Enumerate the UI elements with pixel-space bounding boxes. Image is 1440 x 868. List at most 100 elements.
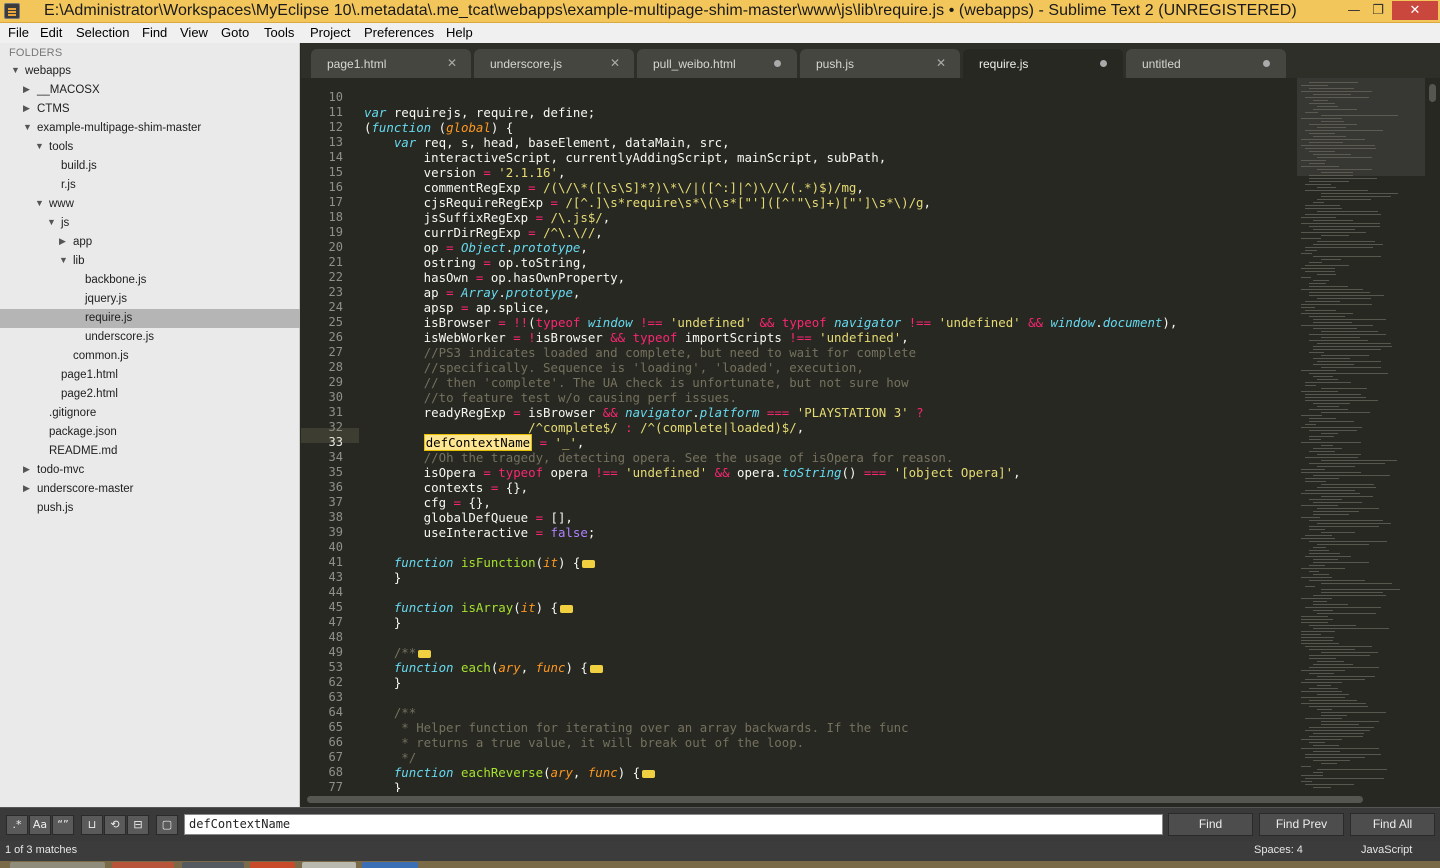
- sidebar-item[interactable]: ▼ js: [0, 214, 300, 233]
- folder-collapsed-icon[interactable]: ▶: [23, 464, 30, 475]
- line-number: 39: [328, 525, 343, 539]
- find-prev-button[interactable]: Find Prev: [1259, 813, 1344, 836]
- taskbar-item[interactable]: [302, 862, 356, 868]
- close-button[interactable]: ✕: [1392, 1, 1438, 20]
- folder-expanded-icon[interactable]: ▼: [47, 217, 56, 227]
- tab[interactable]: pull_weibo.html: [637, 49, 797, 78]
- tab[interactable]: underscore.js ✕: [474, 49, 634, 78]
- vertical-scrollbar[interactable]: [1425, 78, 1440, 792]
- tab-close-icon[interactable]: ✕: [936, 56, 946, 70]
- sidebar-item[interactable]: page1.html: [0, 366, 300, 385]
- taskbar-item[interactable]: [362, 862, 418, 868]
- taskbar-item[interactable]: [250, 862, 295, 868]
- sidebar-item[interactable]: README.md: [0, 442, 300, 461]
- find-input[interactable]: defContextName: [184, 814, 1163, 835]
- folder-expanded-icon[interactable]: ▼: [23, 122, 32, 132]
- fold-marker-icon[interactable]: [582, 554, 597, 568]
- sidebar-item[interactable]: .gitignore: [0, 404, 300, 423]
- sublime-app-icon[interactable]: [4, 3, 20, 19]
- sidebar-item[interactable]: build.js: [0, 157, 300, 176]
- sidebar-item[interactable]: r.js: [0, 176, 300, 195]
- sidebar-item-label: page1.html: [61, 369, 118, 381]
- folder-expanded-icon[interactable]: ▼: [35, 141, 44, 151]
- sidebar-item[interactable]: push.js: [0, 499, 300, 518]
- fold-marker-icon[interactable]: [589, 659, 604, 673]
- menu-edit[interactable]: Edit: [40, 25, 62, 40]
- folder-collapsed-icon[interactable]: ▶: [23, 483, 30, 494]
- code-editor[interactable]: 10 11 12 13 14 15 16 17 18 19 20 21 22 23 24 25 26 27 28 29…: [301, 78, 1297, 792]
- sidebar-item[interactable]: jquery.js: [0, 290, 300, 309]
- sidebar-item[interactable]: ▶ todo-mvc: [0, 461, 300, 480]
- sidebar-item[interactable]: ▼ example-multipage-shim-master: [0, 119, 300, 138]
- unsaved-dot-icon[interactable]: [1100, 60, 1107, 67]
- tab-close-icon[interactable]: ✕: [610, 56, 620, 70]
- minimap[interactable]: [1297, 78, 1425, 792]
- sidebar-item[interactable]: ▼ tools: [0, 138, 300, 157]
- sidebar-item-label: package.json: [49, 426, 117, 438]
- sidebar-item[interactable]: package.json: [0, 423, 300, 442]
- folder-collapsed-icon[interactable]: ▶: [23, 84, 30, 95]
- taskbar-item[interactable]: [112, 862, 174, 868]
- folder-collapsed-icon[interactable]: ▶: [59, 236, 66, 247]
- window-title: E:\Administrator\Workspaces\MyEclipse 10…: [44, 2, 1297, 19]
- sidebar-item[interactable]: ▼ www: [0, 195, 300, 214]
- menu-help[interactable]: Help: [446, 25, 473, 40]
- horizontal-scrollbar[interactable]: [301, 792, 1440, 807]
- sidebar-item-label: lib: [73, 255, 85, 267]
- tab[interactable]: require.js: [963, 49, 1123, 78]
- unsaved-dot-icon[interactable]: [774, 60, 781, 67]
- highlight-matches-toggle[interactable]: ⊟: [127, 815, 149, 835]
- sidebar-item[interactable]: backbone.js: [0, 271, 300, 290]
- indentation-status[interactable]: Spaces: 4: [1254, 844, 1303, 856]
- code-line: var requirejs, require, define;: [364, 105, 596, 120]
- tab[interactable]: untitled: [1126, 49, 1286, 78]
- fold-marker-icon[interactable]: [560, 599, 574, 613]
- sidebar-item[interactable]: underscore.js: [0, 328, 300, 347]
- menu-tools[interactable]: Tools: [264, 25, 294, 40]
- sidebar-item[interactable]: ▶ underscore-master: [0, 480, 300, 499]
- menu-find[interactable]: Find: [142, 25, 167, 40]
- whole-word-toggle[interactable]: “”: [52, 815, 74, 835]
- syntax-status[interactable]: JavaScript: [1361, 844, 1412, 856]
- sidebar-item[interactable]: ▼ webapps: [0, 62, 300, 81]
- tab-close-icon[interactable]: ✕: [447, 56, 457, 70]
- unsaved-dot-icon[interactable]: [1263, 60, 1270, 67]
- taskbar-item[interactable]: [182, 862, 244, 868]
- menu-project[interactable]: Project: [310, 25, 350, 40]
- find-all-button[interactable]: Find All: [1350, 813, 1435, 836]
- sidebar-item[interactable]: ▶ app: [0, 233, 300, 252]
- taskbar-item[interactable]: [10, 862, 105, 868]
- sidebar-item[interactable]: ▶ __MACOSX: [0, 81, 300, 100]
- regex-toggle[interactable]: .*: [6, 815, 28, 835]
- tab[interactable]: push.js ✕: [800, 49, 960, 78]
- folder-collapsed-icon[interactable]: ▶: [23, 103, 30, 114]
- maximize-button[interactable]: ❐: [1364, 1, 1392, 20]
- folder-expanded-icon[interactable]: ▼: [35, 198, 44, 208]
- code-line: (function (global) {: [364, 120, 514, 135]
- menu-selection[interactable]: Selection: [76, 25, 129, 40]
- sidebar-item[interactable]: ▶ CTMS: [0, 100, 300, 119]
- find-button[interactable]: Find: [1168, 813, 1253, 836]
- horizontal-scroll-thumb[interactable]: [307, 796, 1363, 803]
- status-bar: 1 of 3 matches Spaces: 4 JavaScript: [0, 841, 1440, 861]
- sidebar-item[interactable]: page2.html: [0, 385, 300, 404]
- fold-marker-icon[interactable]: [418, 644, 432, 658]
- sidebar-item[interactable]: common.js: [0, 347, 300, 366]
- sidebar-item[interactable]: require.js: [0, 309, 300, 328]
- in-selection-toggle[interactable]: ⊔: [81, 815, 103, 835]
- menu-preferences[interactable]: Preferences: [364, 25, 434, 40]
- vertical-scroll-thumb[interactable]: [1429, 84, 1436, 102]
- folder-expanded-icon[interactable]: ▼: [59, 255, 68, 265]
- fold-marker-icon[interactable]: [642, 764, 656, 778]
- preserve-case-toggle[interactable]: ▢: [156, 815, 178, 835]
- case-sensitive-toggle[interactable]: Aa: [29, 815, 51, 835]
- menu-goto[interactable]: Goto: [221, 25, 249, 40]
- line-number: 10: [328, 90, 343, 104]
- tab[interactable]: page1.html ✕: [311, 49, 471, 78]
- sidebar-item[interactable]: ▼ lib: [0, 252, 300, 271]
- menu-view[interactable]: View: [180, 25, 208, 40]
- code-line: /**: [364, 644, 433, 661]
- wrap-toggle[interactable]: ⟲: [104, 815, 126, 835]
- menu-file[interactable]: File: [8, 25, 29, 40]
- folder-expanded-icon[interactable]: ▼: [11, 65, 20, 75]
